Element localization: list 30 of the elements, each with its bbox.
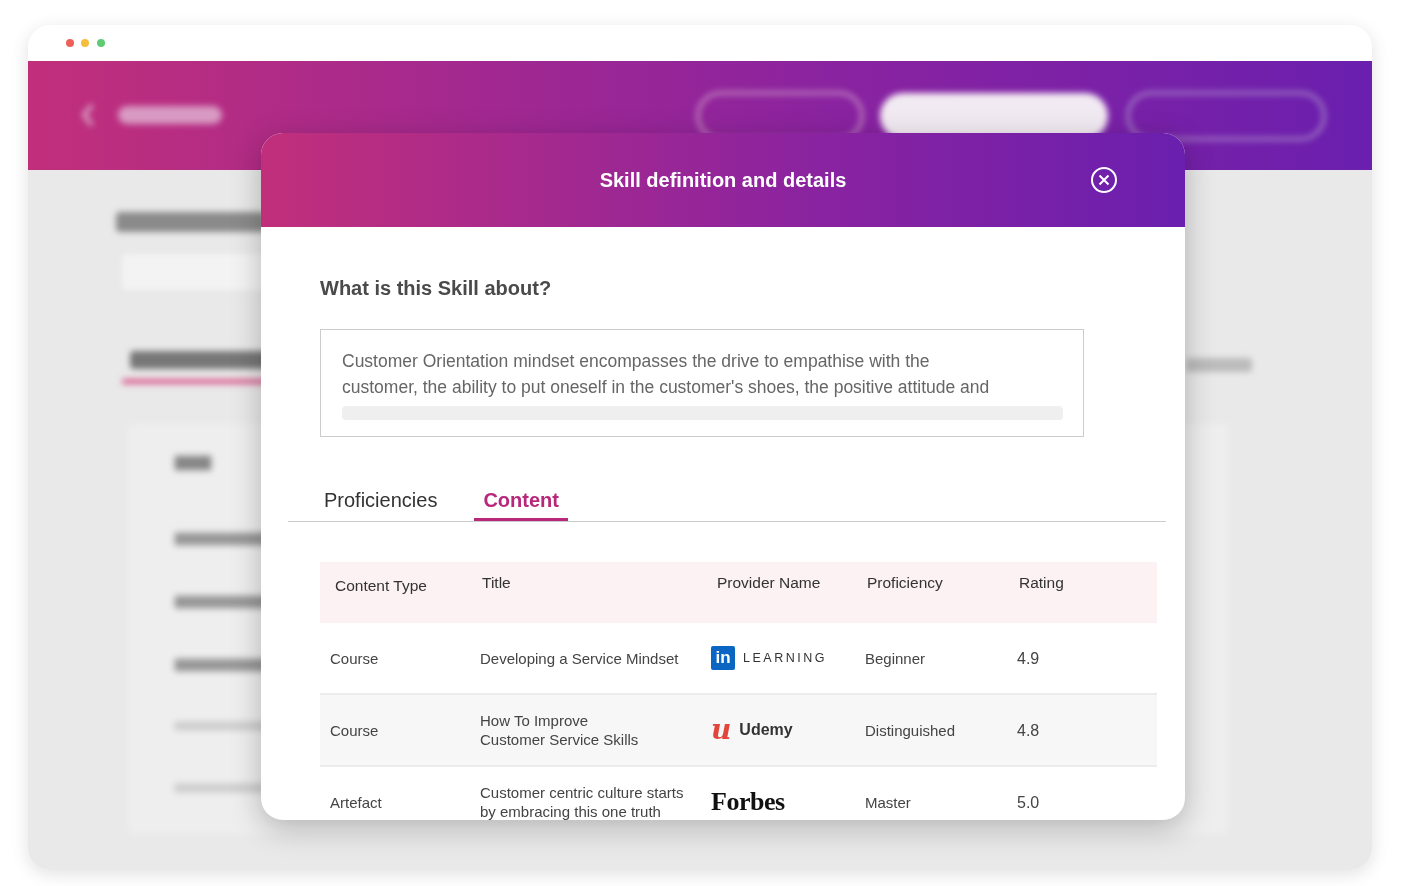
table-cell-text: Developing a Service Mindset: [479, 648, 680, 668]
table-cell-text: Artefact: [329, 792, 383, 812]
table-cell-text: How To Improve Customer Service Skills: [479, 711, 640, 749]
window-controls-icon: [65, 38, 107, 48]
description-line: customer, the ability to put oneself in the customer's shoes, the positive attitude and: [342, 376, 991, 399]
column-header: Title: [481, 573, 512, 593]
column-header: Rating: [1018, 573, 1065, 593]
provider-name: LEARNING: [743, 651, 827, 665]
description-line: Customer Orientation mindset encompasses the drive to empathise with the: [342, 350, 931, 373]
tab[interactable]: Content: [474, 481, 568, 521]
table-cell-text: Distinguished: [864, 720, 957, 740]
column-header: Proficiency: [866, 573, 944, 593]
tab[interactable]: Proficiencies: [315, 481, 447, 521]
table-cell-text: Course: [329, 648, 380, 668]
table-cell-text: Master: [864, 792, 912, 812]
table-cell-text: 4.8: [1016, 720, 1041, 740]
table-cell-text: 4.9: [1016, 648, 1041, 668]
column-header: Provider Name: [716, 573, 822, 593]
forbes-logo: Forbes: [711, 787, 785, 817]
provider-name: Udemy: [739, 721, 793, 739]
table-cell-text: Course: [329, 720, 380, 740]
linkedin-logo: in: [711, 646, 735, 670]
column-header: Content Type: [334, 576, 428, 596]
section-title: What is this Skill about?: [320, 277, 553, 300]
udemy-logo: u: [711, 718, 732, 742]
close-button[interactable]: [1090, 166, 1118, 194]
table-cell-text: 5.0: [1016, 792, 1041, 812]
dialog-title: Skill definition and details: [599, 168, 847, 192]
table-cell-text: Customer centric culture starts by embracing this one truth: [479, 783, 685, 820]
table-cell-text: Beginner: [864, 648, 927, 668]
